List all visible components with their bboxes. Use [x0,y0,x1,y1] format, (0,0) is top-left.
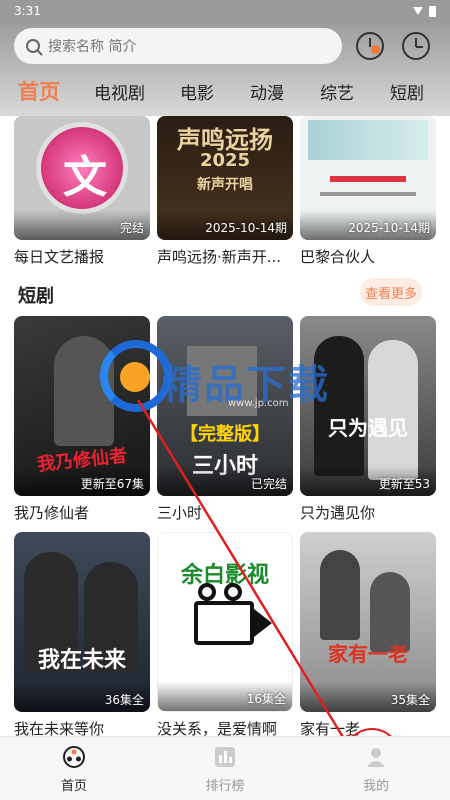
episode-badge: 2025-10-14期 [205,221,287,235]
video-card[interactable]: 家有一老 35集全 家有一老 [300,532,436,736]
tab-tv-series[interactable]: 电视剧 [94,79,145,104]
video-card[interactable]: 文 完结 每日文艺播报 [14,116,150,267]
battery-icon [429,5,436,17]
content-area: 文 完结 每日文艺播报 声鸣远扬 2025 新声开唱 2025-10-14期 声… [0,116,450,736]
tab-home[interactable]: 首页 [18,76,60,106]
card-title: 我在未来等你 [14,720,105,736]
view-more-button[interactable]: 查看更多 [360,278,422,306]
poster-tag: 【完整版】 [180,424,270,445]
card-title: 我乃修仙者 [14,504,90,522]
episode-badge: 更新至67集 [80,477,144,491]
card-title: 三小时 [157,504,203,522]
poster-year: 2025 [199,150,251,171]
card-title: 没关系，是爱情啊 [157,720,278,736]
video-card[interactable]: 我乃修仙者 更新至67集 我乃修仙者 [14,316,150,523]
search-icon [26,39,40,53]
video-card[interactable]: 声鸣远扬 2025 新声开唱 2025-10-14期 声鸣远扬·新声开... [157,116,293,267]
status-time: 3:31 [14,4,41,18]
header: 搜索名称 简介 首页 电视剧 电影 动漫 综艺 短剧 [0,22,450,116]
tab-short-drama[interactable]: 短剧 [390,79,424,104]
user-icon [367,748,385,767]
card-title: 只为遇见你 [300,504,376,522]
episode-badge: 完结 [119,221,144,235]
nav-ranking[interactable]: 排行榜 [175,737,275,800]
poster-title: 只为遇见 [328,416,408,440]
poster-title: 余白影视 [180,562,269,588]
poster-title: 家有一老 [328,642,408,666]
poster-thumbnail: 声鸣远扬 2025 新声开唱 2025-10-14期 [157,116,293,240]
video-card[interactable]: 余白影视 16集全 没关系，是爱情啊 [157,532,293,736]
poster-thumbnail: 余白影视 16集全 [157,532,293,712]
video-card[interactable]: 只为遇见 更新至53 只为遇见你 [300,316,436,523]
category-tabs: 首页 电视剧 电影 动漫 综艺 短剧 [0,74,450,108]
episode-badge: 36集全 [104,693,144,707]
poster-title: 我在未来 [37,648,126,673]
tab-movies[interactable]: 电影 [180,79,214,104]
episode-badge: 35集全 [390,693,430,707]
nav-label: 排行榜 [205,779,245,794]
card-title: 声鸣远扬·新声开... [157,248,282,266]
poster-thumbnail: 我在未来 36集全 [14,532,150,712]
poster-thumbnail: 我乃修仙者 更新至67集 [14,316,150,496]
poster-thumbnail: 【完整版】 三小时 已完结 [157,316,293,496]
status-bar: 3:31 [0,0,450,22]
clock-icon[interactable] [402,32,430,60]
poster-subtitle: 新声开唱 [197,177,253,193]
film-camera-icon [194,601,254,645]
nav-label: 首页 [60,779,87,794]
card-title: 每日文艺播报 [14,248,105,266]
episode-badge: 已完结 [250,477,287,491]
poster-thumbnail: 家有一老 35集全 [300,532,436,712]
episode-badge: 16集全 [246,692,286,706]
episode-badge: 2025-10-14期 [348,221,430,235]
tab-anime[interactable]: 动漫 [250,79,284,104]
nav-home[interactable]: 首页 [24,737,124,800]
history-icon[interactable] [356,32,384,60]
search-placeholder: 搜索名称 简介 [48,39,137,55]
search-input[interactable]: 搜索名称 简介 [14,28,342,64]
app-logo-icon: 文 [36,122,128,214]
card-title: 巴黎合伙人 [300,248,376,266]
video-card[interactable]: 2025-10-14期 巴黎合伙人 [300,116,436,267]
poster-thumbnail: 只为遇见 更新至53 [300,316,436,496]
bottom-nav: 首页 排行榜 我的 [0,736,450,800]
poster-thumbnail: 2025-10-14期 [300,116,436,240]
video-card[interactable]: 【完整版】 三小时 已完结 三小时 [157,316,293,523]
nav-label: 我的 [362,779,389,794]
wifi-icon [413,7,423,15]
tab-variety[interactable]: 综艺 [320,79,354,104]
section-title: 短剧 [18,286,54,307]
video-card[interactable]: 我在未来 36集全 我在未来等你 [14,532,150,736]
film-reel-icon [63,746,85,768]
nav-mine[interactable]: 我的 [326,737,426,800]
status-icons [413,5,436,17]
chart-icon [215,747,235,767]
episode-badge: 更新至53 [378,477,430,491]
poster-thumbnail: 文 完结 [14,116,150,240]
